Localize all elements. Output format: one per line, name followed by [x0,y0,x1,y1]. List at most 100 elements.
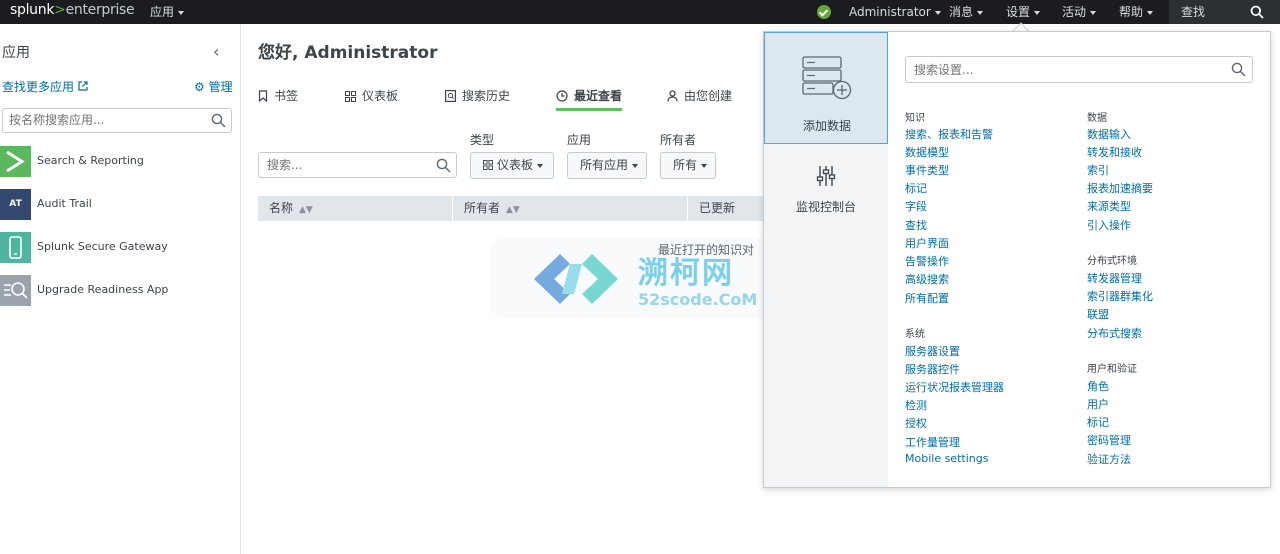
messages-menu[interactable]: 消息 [949,0,984,24]
settings-search-box [905,56,1253,83]
owner-filter-label: 所有者 [660,133,697,147]
section-heading-distributed: 分布式环境 [1087,256,1137,267]
settings-link[interactable]: 工作量管理 [905,434,960,450]
settings-link[interactable]: 事件类型 [905,162,949,178]
watermark-logo-icon [534,254,618,304]
section-heading-users-auth: 用户和验证 [1087,364,1137,375]
sliders-icon[interactable] [816,165,836,187]
settings-link[interactable]: 字段 [905,198,927,214]
search-icon[interactable] [1250,5,1264,19]
settings-link[interactable]: 联盟 [1087,306,1109,322]
search-icon[interactable] [436,158,451,173]
settings-link[interactable]: 服务器控件 [905,361,960,377]
tab-created-by-you[interactable]: 由您创建 [667,87,732,111]
search-icon[interactable] [211,113,226,128]
app-item-secure-gateway[interactable]: Splunk Secure Gateway [0,232,240,264]
settings-quick-actions: 添加数据 监视控制台 [764,32,888,487]
collapse-icon[interactable]: ‹ [213,42,219,61]
external-link-icon [78,81,88,91]
settings-link[interactable]: 标记 [905,180,927,196]
settings-link[interactable]: 用户界面 [905,235,949,251]
settings-link[interactable]: 转发和接收 [1087,144,1142,160]
content-search-box [258,152,457,178]
upgrade-readiness-icon [0,275,31,306]
settings-link[interactable]: 授权 [905,415,927,431]
tab-recently-viewed[interactable]: 最近查看 [556,87,623,111]
manage-apps-link[interactable]: ⚙ 管理 [194,78,233,95]
activity-menu[interactable]: 活动 [1062,0,1097,24]
empty-state-message: 最近打开的知识对 [658,243,755,257]
chevron-down-icon [934,10,941,15]
secure-gateway-icon [0,232,31,263]
sort-icon: ▲▼ [506,205,520,215]
dashboard-icon [483,160,493,170]
app-sidebar: 应用 ‹ 查找更多应用 ⚙ 管理 Search & Reporting AT A… [0,24,241,554]
settings-link[interactable]: 报表加速摘要 [1087,180,1153,196]
settings-search-input[interactable] [914,57,1214,82]
app-item-audit-trail[interactable]: AT Audit Trail [0,189,240,221]
column-header-owner[interactable]: 所有者 ▲▼ [464,196,520,221]
settings-menu[interactable]: 设置 [1006,0,1041,24]
audit-trail-icon: AT [0,189,31,220]
search-icon[interactable] [1231,62,1246,77]
settings-link[interactable]: 告警操作 [905,253,949,269]
settings-link[interactable]: 服务器设置 [905,343,960,359]
settings-link[interactable]: 数据模型 [905,144,949,160]
settings-link[interactable]: 搜索、报表和告警 [905,126,993,142]
settings-link[interactable]: 索引 [1087,162,1109,178]
settings-link[interactable]: 标记 [1087,414,1109,430]
sort-icon: ▲▼ [299,205,313,215]
settings-link[interactable]: 验证方法 [1087,451,1131,467]
app-filter-dropdown[interactable]: 所有应用 [567,152,647,179]
settings-link[interactable]: 来源类型 [1087,198,1131,214]
page-title: 您好, Administrator [258,43,438,63]
type-filter-dropdown[interactable]: 仪表板 [470,152,554,179]
monitoring-console-button[interactable]: 监视控制台 [764,198,888,215]
section-heading-data: 数据 [1087,113,1107,124]
app-item-upgrade-readiness[interactable]: Upgrade Readiness App [0,275,240,307]
settings-link[interactable]: 检测 [905,397,927,413]
settings-link[interactable]: 运行状况报表管理器 [905,379,1004,395]
settings-link[interactable]: 索引器群集化 [1087,288,1153,304]
settings-link[interactable]: 角色 [1087,378,1109,394]
type-filter-label: 类型 [470,133,495,147]
search-history-icon [445,90,456,102]
chevron-down-icon [178,10,185,15]
app-item-search-reporting[interactable]: Search & Reporting [0,146,240,178]
tab-bookmarks[interactable]: 书签 [258,87,298,111]
settings-link[interactable]: 引入操作 [1087,217,1131,233]
add-data-icon [802,56,852,100]
add-data-button[interactable]: 添加数据 [764,32,888,144]
settings-link[interactable]: 数据输入 [1087,126,1131,142]
gear-icon: ⚙ [194,80,205,94]
settings-link[interactable]: 所有配置 [905,290,949,306]
find-label: 查找 [1181,5,1206,19]
content-search-input[interactable] [267,153,427,177]
health-status-icon[interactable] [817,5,831,19]
settings-link[interactable]: 用户 [1087,396,1109,412]
tab-dashboards[interactable]: 仪表板 [345,87,398,111]
settings-link[interactable]: 查找 [905,217,927,233]
settings-link[interactable]: 高级搜索 [905,271,949,287]
help-menu[interactable]: 帮助 [1119,0,1154,24]
user-icon [667,90,678,102]
chevron-down-icon [1090,10,1097,15]
tab-search-history[interactable]: 搜索历史 [445,87,510,111]
settings-link[interactable]: 密码管理 [1087,432,1131,448]
column-header-name[interactable]: 名称 ▲▼ [269,196,313,221]
find-more-apps-link[interactable]: 查找更多应用 [2,78,88,95]
settings-link[interactable]: 分布式搜索 [1087,325,1142,341]
column-header-updated[interactable]: 已更新 [699,196,735,221]
apps-menu[interactable]: 应用 [150,0,185,24]
app-search-input[interactable] [9,109,204,131]
owner-filter-dropdown[interactable]: 所有 [660,152,716,179]
chevron-down-icon [701,163,708,168]
settings-link[interactable]: 转发器管理 [1087,270,1142,286]
splunk-logo[interactable]: splunk>enterprise [10,2,135,18]
clock-icon [556,90,568,102]
section-heading-knowledge: 知识 [905,113,925,124]
user-menu[interactable]: Administrator [849,0,941,24]
sidebar-title: 应用 [2,45,30,61]
section-heading-system: 系统 [905,329,925,340]
settings-link[interactable]: Mobile settings [905,452,988,465]
